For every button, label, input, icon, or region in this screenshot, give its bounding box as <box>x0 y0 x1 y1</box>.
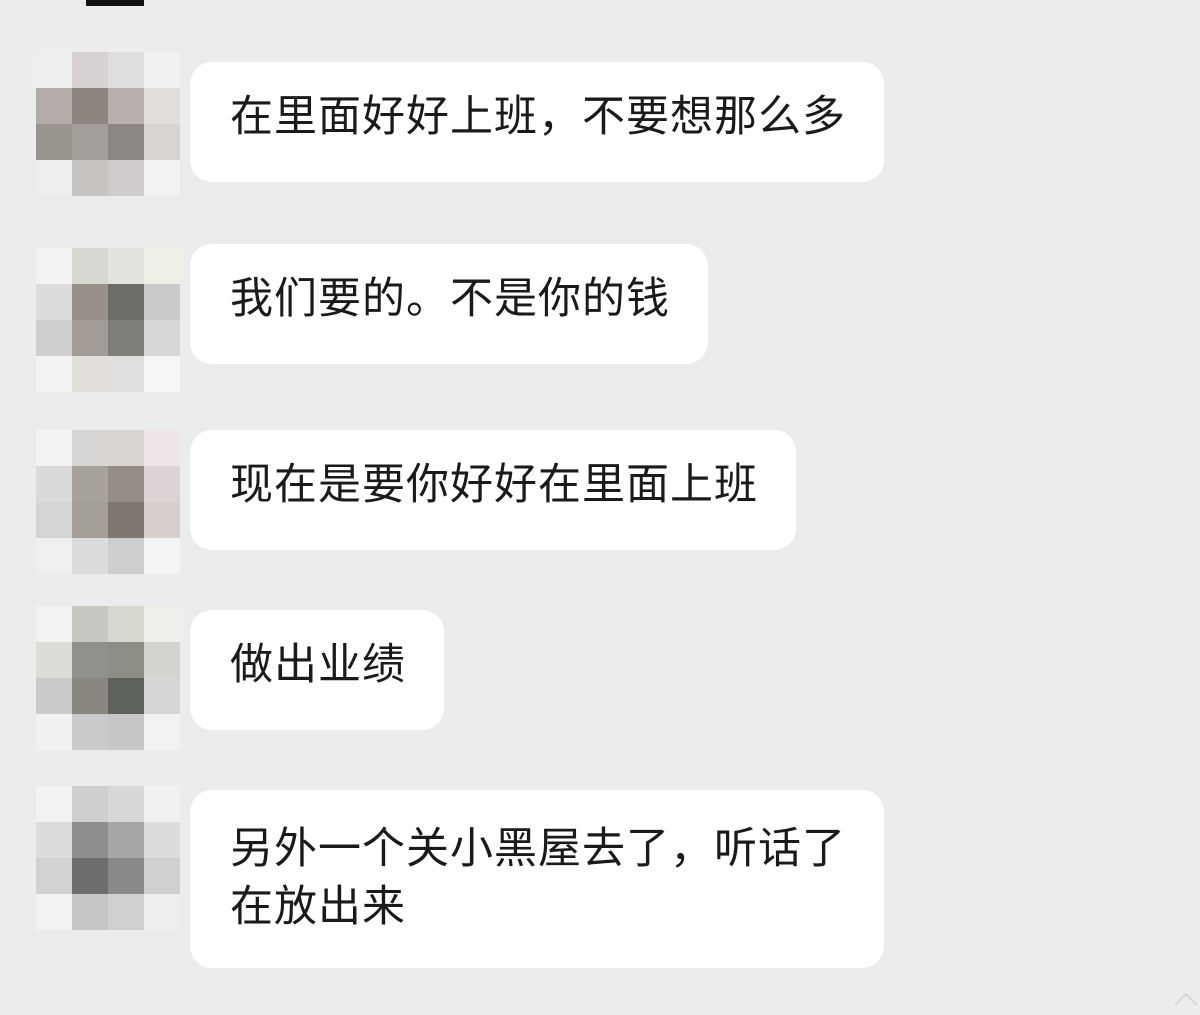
avatar-pixel <box>108 284 144 320</box>
avatar[interactable] <box>36 606 180 750</box>
avatar-pixel <box>144 822 180 858</box>
avatar-pixel <box>72 642 108 678</box>
avatar-pixel <box>72 894 108 930</box>
avatar-pixel <box>72 714 108 750</box>
avatar-pixel <box>72 538 108 574</box>
avatar-pixel <box>108 430 144 466</box>
avatar-pixel <box>36 894 72 930</box>
avatar-pixel <box>72 430 108 466</box>
avatar-pixel <box>36 606 72 642</box>
avatar-pixel <box>144 466 180 502</box>
avatar[interactable] <box>36 786 180 930</box>
avatar-pixel <box>72 248 108 284</box>
avatar-pixel <box>108 858 144 894</box>
avatar-pixel <box>108 466 144 502</box>
avatar-pixel <box>108 320 144 356</box>
avatar[interactable] <box>36 430 180 574</box>
avatar-pixel <box>72 606 108 642</box>
avatar-pixel <box>144 678 180 714</box>
avatar-pixel <box>72 786 108 822</box>
avatar-pixel <box>72 320 108 356</box>
avatar-pixel <box>36 858 72 894</box>
avatar-pixel <box>36 822 72 858</box>
avatar-pixel <box>36 248 72 284</box>
avatar-pixel <box>36 160 72 196</box>
avatar-pixel <box>72 160 108 196</box>
avatar-pixel <box>36 642 72 678</box>
avatar-pixel <box>36 678 72 714</box>
avatar-pixel <box>108 248 144 284</box>
message-bubble[interactable]: 另外一个关小黑屋去了，听话了 在放出来 <box>190 790 884 968</box>
avatar-pixel <box>108 606 144 642</box>
avatar-pixel <box>108 538 144 574</box>
avatar-pixel <box>108 714 144 750</box>
avatar-pixel <box>72 356 108 392</box>
avatar-pixel <box>144 124 180 160</box>
avatar-pixel <box>72 88 108 124</box>
avatar-pixel <box>72 678 108 714</box>
avatar-pixel <box>144 320 180 356</box>
avatar-pixel <box>144 430 180 466</box>
avatar[interactable] <box>36 248 180 392</box>
avatar-pixel <box>72 284 108 320</box>
avatar[interactable] <box>36 52 180 196</box>
avatar-pixel <box>36 714 72 750</box>
avatar-pixel <box>144 284 180 320</box>
avatar-pixel <box>108 822 144 858</box>
avatar-pixel <box>36 124 72 160</box>
avatar-pixel <box>144 538 180 574</box>
avatar-pixel <box>108 642 144 678</box>
avatar-pixel <box>144 356 180 392</box>
avatar-pixel <box>108 786 144 822</box>
avatar-pixel <box>108 356 144 392</box>
avatar-pixel <box>144 88 180 124</box>
avatar-pixel <box>144 714 180 750</box>
avatar-pixel <box>108 502 144 538</box>
top-edge-fragment <box>86 0 144 6</box>
avatar-pixel <box>108 124 144 160</box>
avatar-pixel <box>72 52 108 88</box>
avatar-pixel <box>36 88 72 124</box>
avatar-pixel <box>108 52 144 88</box>
message-bubble[interactable]: 我们要的。不是你的钱 <box>190 244 708 364</box>
chat-thread[interactable]: 在里面好好上班，不要想那么多 我们要的。不是你的钱 现在是要你好好在里面上班 做… <box>0 0 1200 1015</box>
avatar-pixel <box>36 502 72 538</box>
avatar-pixel <box>144 502 180 538</box>
avatar-pixel <box>144 786 180 822</box>
avatar-pixel <box>144 606 180 642</box>
avatar-pixel <box>108 88 144 124</box>
avatar-pixel <box>108 160 144 196</box>
avatar-pixel <box>36 430 72 466</box>
avatar-pixel <box>36 356 72 392</box>
avatar-pixel <box>72 822 108 858</box>
avatar-pixel <box>72 466 108 502</box>
avatar-pixel <box>144 858 180 894</box>
avatar-pixel <box>36 52 72 88</box>
avatar-pixel <box>144 894 180 930</box>
avatar-pixel <box>144 52 180 88</box>
avatar-pixel <box>72 124 108 160</box>
message-bubble[interactable]: 在里面好好上班，不要想那么多 <box>190 62 884 182</box>
avatar-pixel <box>36 466 72 502</box>
avatar-pixel <box>36 538 72 574</box>
avatar-pixel <box>36 284 72 320</box>
avatar-pixel <box>72 502 108 538</box>
avatar-pixel <box>144 642 180 678</box>
avatar-pixel <box>144 248 180 284</box>
avatar-pixel <box>108 678 144 714</box>
avatar-pixel <box>72 858 108 894</box>
avatar-pixel <box>144 160 180 196</box>
avatar-pixel <box>36 320 72 356</box>
avatar-pixel <box>108 894 144 930</box>
message-bubble[interactable]: 现在是要你好好在里面上班 <box>190 430 796 550</box>
avatar-pixel <box>36 786 72 822</box>
message-bubble[interactable]: 做出业绩 <box>190 610 444 730</box>
